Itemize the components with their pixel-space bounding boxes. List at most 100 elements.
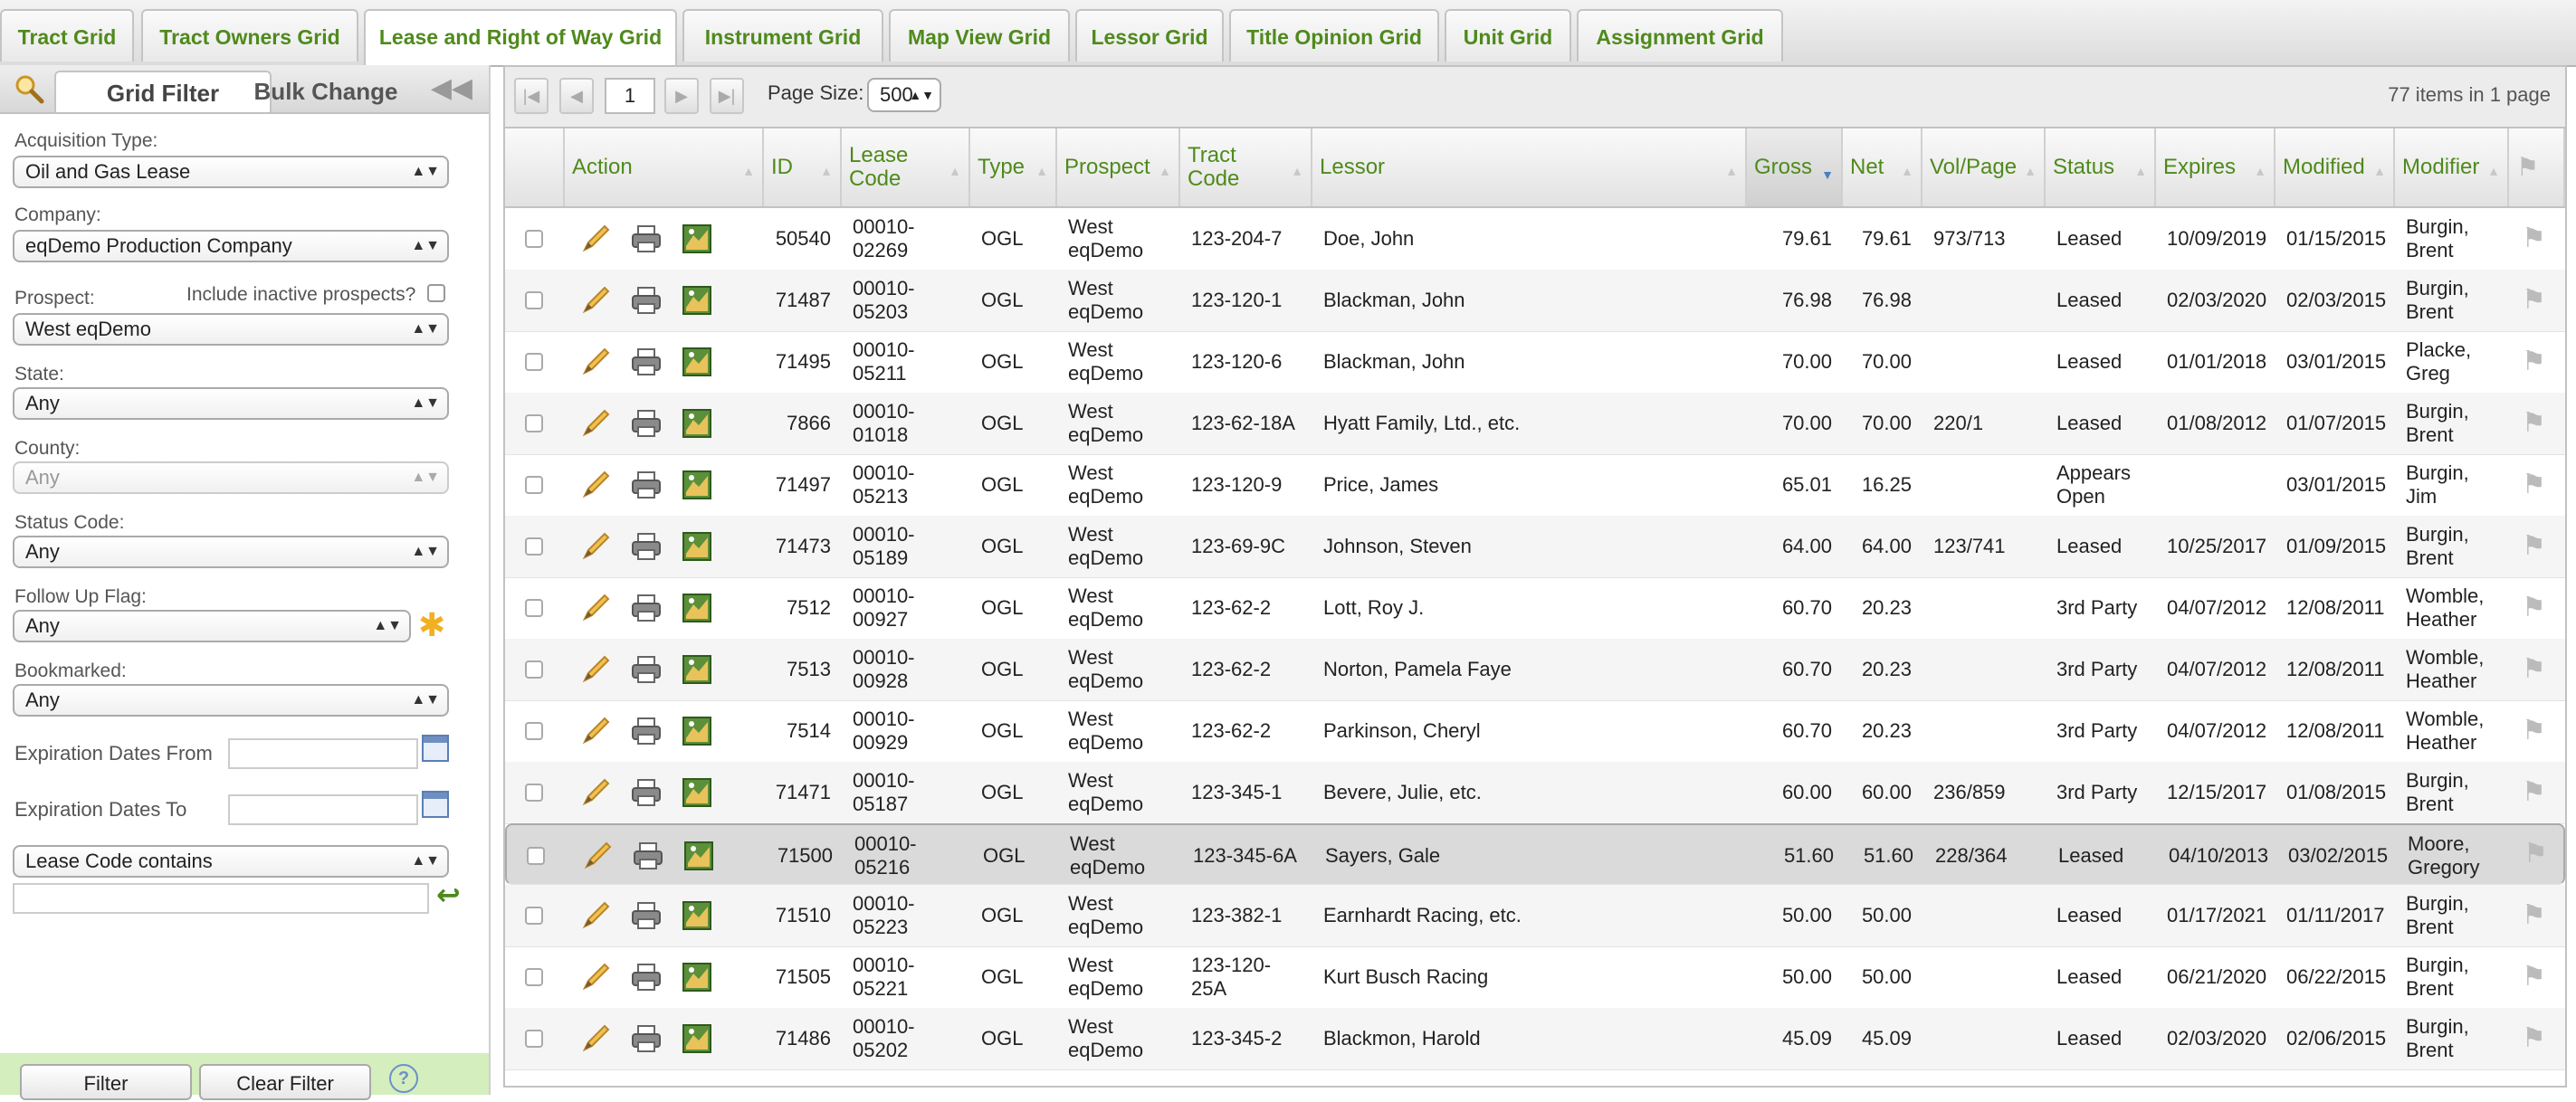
edit-pencil-icon[interactable]	[579, 469, 612, 501]
follow-up-flag-icon[interactable]: ⚑	[2522, 284, 2546, 316]
status-code-select[interactable]: Any ▲▼	[13, 536, 449, 568]
tab-tract-grid[interactable]: Tract Grid	[0, 9, 134, 62]
follow-up-flag-icon[interactable]: ⚑	[2522, 346, 2546, 377]
follow-up-flag-icon[interactable]: ⚑	[2522, 715, 2546, 746]
map-icon[interactable]	[681, 899, 713, 932]
edit-pencil-icon[interactable]	[579, 961, 612, 993]
print-icon[interactable]	[630, 715, 663, 747]
column-header-type[interactable]: Type ▲	[970, 128, 1057, 206]
prospect-select[interactable]: West eqDemo ▲▼	[13, 313, 449, 346]
edit-pencil-icon[interactable]	[579, 530, 612, 563]
lease-code-condition-select[interactable]: Lease Code contains ▲▼	[13, 845, 449, 878]
bookmarked-select[interactable]: Any ▲▼	[13, 684, 449, 717]
row-checkbox[interactable]	[527, 847, 545, 865]
row-checkbox[interactable]	[525, 968, 543, 986]
column-header-vol-page[interactable]: Vol/Page ▲	[1922, 128, 2046, 206]
map-icon[interactable]	[682, 840, 715, 872]
print-icon[interactable]	[630, 530, 663, 563]
follow-up-flag-icon[interactable]: ⚑	[2522, 1022, 2546, 1054]
tab-bulk-change[interactable]: Bulk Change	[235, 71, 416, 112]
table-row[interactable]: 7514 00010-00929 OGL West eqDemo 123-62-2 Par…	[505, 700, 2565, 763]
column-header-gross[interactable]: Gross ▼	[1747, 128, 1843, 206]
map-icon[interactable]	[681, 961, 713, 993]
column-header-expires[interactable]: Expires ▲	[2156, 128, 2275, 206]
print-icon[interactable]	[630, 284, 663, 317]
row-checkbox[interactable]	[525, 784, 543, 802]
clear-filter-button[interactable]: Clear Filter	[199, 1064, 371, 1100]
table-row[interactable]: 71487 00010-05203 OGL West eqDemo 123-120-1 B…	[505, 270, 2565, 332]
tab-tract-owners-grid[interactable]: Tract Owners Grid	[141, 9, 358, 62]
next-page-button[interactable]: ▶	[664, 78, 699, 114]
column-header-id[interactable]: ID ▲	[764, 128, 842, 206]
table-row[interactable]: 71495 00010-05211 OGL West eqDemo 123-120-6 B…	[505, 331, 2565, 394]
follow-up-flag-icon[interactable]: ⚑	[2522, 961, 2546, 993]
column-header-modifier[interactable]: Modifier ▲	[2395, 128, 2509, 206]
tab-lessor-grid[interactable]: Lessor Grid	[1075, 9, 1224, 62]
print-icon[interactable]	[630, 653, 663, 686]
lease-code-input[interactable]	[13, 883, 429, 914]
row-checkbox[interactable]	[525, 230, 543, 248]
row-checkbox[interactable]	[525, 353, 543, 371]
follow-up-flag-icon[interactable]: ⚑	[2522, 469, 2546, 500]
expiration-from-input[interactable]	[228, 738, 418, 769]
tab-lease-and-right-of-way-grid[interactable]: Lease and Right of Way Grid	[364, 9, 677, 65]
help-icon[interactable]: ?	[389, 1064, 418, 1093]
prev-page-button[interactable]: ◀	[559, 78, 594, 114]
follow-up-flag-icon[interactable]: ⚑	[2522, 592, 2546, 623]
edit-pencil-icon[interactable]	[579, 346, 612, 378]
map-icon[interactable]	[681, 530, 713, 563]
state-select[interactable]: Any ▲▼	[13, 387, 449, 420]
map-icon[interactable]	[681, 284, 713, 317]
table-row[interactable]: 71500 00010-05216 OGL West eqDemo 123-345-6A…	[505, 823, 2565, 885]
edit-pencil-icon[interactable]	[579, 899, 612, 932]
row-checkbox[interactable]	[525, 291, 543, 309]
table-row[interactable]: 7513 00010-00928 OGL West eqDemo 123-62-2 Nor…	[505, 639, 2565, 701]
map-icon[interactable]	[681, 407, 713, 440]
search-icon[interactable]	[13, 72, 45, 105]
table-row[interactable]: 7866 00010-01018 OGL West eqDemo 123-62-18A H…	[505, 393, 2565, 455]
table-row[interactable]: 71471 00010-05187 OGL West eqDemo 123-345-1 B…	[505, 762, 2565, 824]
tab-unit-grid[interactable]: Unit Grid	[1445, 9, 1571, 62]
print-icon[interactable]	[630, 961, 663, 993]
print-icon[interactable]	[630, 407, 663, 440]
map-icon[interactable]	[681, 715, 713, 747]
follow-up-flag-select[interactable]: Any ▲▼	[13, 610, 411, 642]
tab-map-view-grid[interactable]: Map View Grid	[889, 9, 1070, 62]
edit-pencil-icon[interactable]	[579, 284, 612, 317]
map-icon[interactable]	[681, 592, 713, 624]
row-checkbox[interactable]	[525, 537, 543, 556]
page-number-input[interactable]: 1	[605, 78, 655, 114]
tab-instrument-grid[interactable]: Instrument Grid	[682, 9, 883, 62]
follow-up-flag-icon[interactable]: ⚑	[2522, 530, 2546, 562]
edit-pencil-icon[interactable]	[581, 840, 614, 872]
table-row[interactable]: 71505 00010-05221 OGL West eqDemo 123-120-25…	[505, 946, 2565, 1009]
map-icon[interactable]	[681, 653, 713, 686]
row-checkbox[interactable]	[525, 722, 543, 740]
column-header-tract-code[interactable]: Tract Code ▲	[1180, 128, 1312, 206]
edit-pencil-icon[interactable]	[579, 776, 612, 809]
last-page-button[interactable]: ▶|	[710, 78, 744, 114]
row-checkbox[interactable]	[525, 476, 543, 494]
expiration-to-input[interactable]	[228, 794, 418, 825]
table-row[interactable]: 71510 00010-05223 OGL West eqDemo 123-382-1 E…	[505, 885, 2565, 947]
print-icon[interactable]	[630, 223, 663, 255]
follow-up-flag-icon[interactable]: ⚑	[2522, 899, 2546, 931]
page-size-select[interactable]: 500 ▲▼	[867, 78, 941, 112]
row-checkbox[interactable]	[525, 660, 543, 679]
county-select[interactable]: Any ▲▼	[13, 461, 449, 494]
print-icon[interactable]	[630, 1022, 663, 1055]
column-header-net[interactable]: Net ▲	[1843, 128, 1922, 206]
row-checkbox[interactable]	[525, 1030, 543, 1048]
tab-title-opinion-grid[interactable]: Title Opinion Grid	[1229, 9, 1439, 62]
column-header-status[interactable]: Status ▲	[2046, 128, 2156, 206]
follow-up-flag-icon[interactable]: ⚑	[2524, 840, 2548, 869]
tab-assignment-grid[interactable]: Assignment Grid	[1577, 9, 1783, 62]
first-page-button[interactable]: |◀	[514, 78, 549, 114]
table-row[interactable]: 71497 00010-05213 OGL West eqDemo 123-120-9 P…	[505, 454, 2565, 517]
column-header-prospect[interactable]: Prospect ▲	[1057, 128, 1180, 206]
include-inactive-checkbox[interactable]	[427, 284, 445, 302]
map-icon[interactable]	[681, 223, 713, 255]
map-icon[interactable]	[681, 776, 713, 809]
column-header-lease-code[interactable]: Lease Code ▲	[842, 128, 970, 206]
edit-pencil-icon[interactable]	[579, 223, 612, 255]
